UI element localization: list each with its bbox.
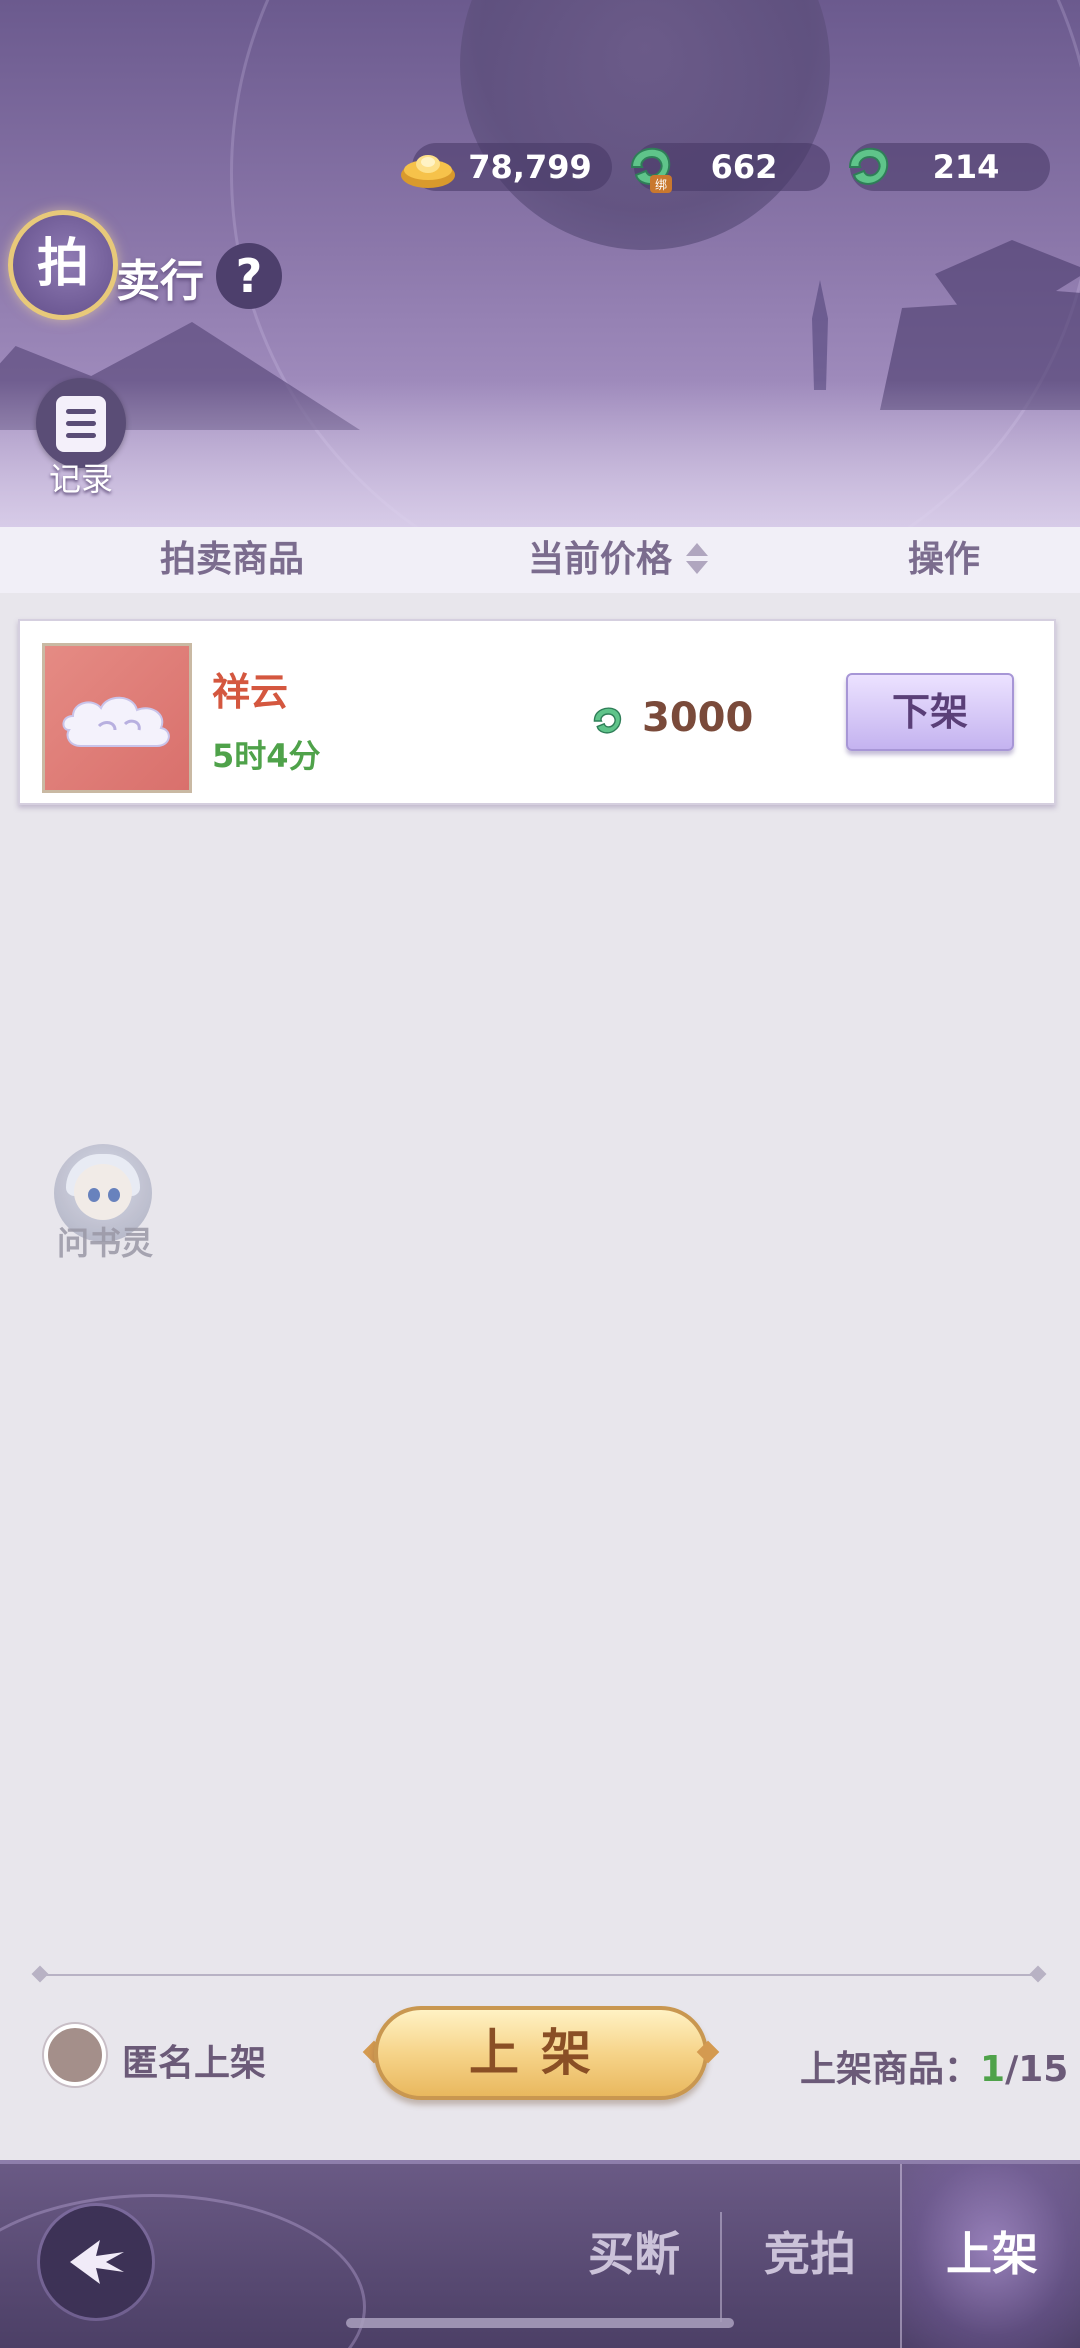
record-label: 记录 xyxy=(48,460,113,498)
listed-count-label: 上架商品： xyxy=(800,2049,981,2090)
mist-decoration xyxy=(0,380,1080,527)
delist-button[interactable]: 下架 xyxy=(846,673,1014,751)
sort-icon[interactable] xyxy=(686,543,708,577)
document-icon xyxy=(56,396,106,452)
title-seal: 拍 xyxy=(8,210,118,320)
back-button[interactable] xyxy=(40,2206,152,2318)
listed-count-max: /15 xyxy=(1005,2049,1069,2090)
divider xyxy=(38,1974,1042,1976)
item-time-left: 5时4分 xyxy=(212,737,321,775)
listed-count-current: 1 xyxy=(980,2049,1006,2090)
divider-ornament xyxy=(31,1965,49,1983)
assistant-label[interactable]: 问书灵 xyxy=(46,1218,164,1264)
item-thumbnail xyxy=(42,643,192,793)
table-row: 祥云 5时4分 3000 下架 xyxy=(18,619,1056,805)
list-item-button[interactable]: 上架 xyxy=(374,2006,708,2100)
anonymous-label[interactable]: 匿名上架 xyxy=(122,2034,266,2086)
item-price: 3000 xyxy=(642,695,754,741)
currency-bound-jade-value: 662 xyxy=(710,148,778,186)
bound-jade-icon: 绑 xyxy=(630,147,672,193)
anonymous-toggle[interactable] xyxy=(44,2024,106,2086)
column-header-price[interactable]: 当前价格 xyxy=(528,527,672,593)
jade-icon xyxy=(848,147,889,185)
page-title: 卖行 xyxy=(116,256,204,307)
listed-count: 上架商品：1/15 xyxy=(800,2040,1068,2092)
currency-jade-value: 214 xyxy=(932,148,1000,186)
cloud-icon xyxy=(62,696,170,747)
column-header-item: 拍卖商品 xyxy=(160,539,305,580)
table-header: 拍卖商品 当前价格 操作 xyxy=(0,527,1080,593)
header-banner: 78,799 绑 662 214 拍 卖行 ? 记录 xyxy=(0,0,1080,527)
tab-bidding[interactable]: 竞拍 xyxy=(722,2164,898,2348)
divider-ornament xyxy=(1029,1965,1047,1983)
currency-gold-value: 78,799 xyxy=(468,148,592,186)
jade-icon xyxy=(593,707,622,734)
column-header-action: 操作 xyxy=(908,539,981,580)
home-indicator xyxy=(346,2318,734,2328)
currency-bar: 78,799 绑 662 214 xyxy=(398,143,1052,193)
help-button[interactable]: ? xyxy=(216,243,282,309)
gold-ingot-icon xyxy=(401,155,455,188)
svg-text:绑: 绑 xyxy=(655,178,667,192)
back-arrow-icon xyxy=(70,2240,124,2284)
tab-list[interactable]: 上架 xyxy=(900,2164,1080,2348)
item-name: 祥云 xyxy=(212,670,289,714)
